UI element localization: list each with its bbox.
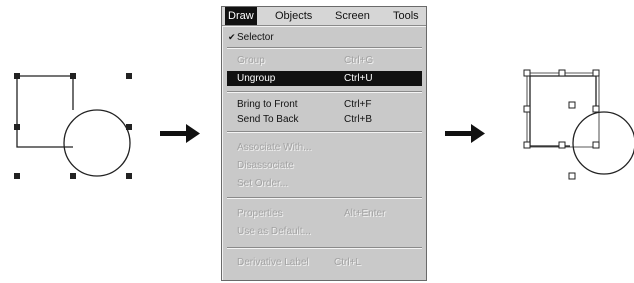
selection-handle: [126, 73, 132, 79]
selection-handle: [14, 173, 20, 179]
menu-separator: [227, 47, 422, 49]
menu-item-associate-with[interactable]: Associate With...: [227, 140, 422, 155]
selection-handle: [70, 73, 76, 79]
menu-item-group[interactable]: Group Ctrl+G: [227, 53, 422, 68]
menu-separator: [227, 131, 422, 133]
menu-separator: [227, 247, 422, 249]
right-arrow-icon: [160, 124, 200, 143]
menu-title-draw[interactable]: Draw: [225, 7, 257, 25]
menu-item-send-to-back[interactable]: Send To Back Ctrl+B: [227, 112, 422, 127]
selection-handle: [126, 124, 132, 130]
selection-handle: [592, 141, 600, 149]
selection-handle: [568, 172, 576, 180]
menu-title-screen[interactable]: Screen: [332, 7, 373, 25]
circle-shape: [63, 109, 131, 177]
selection-handle: [126, 173, 132, 179]
checkmark-icon: ✔: [228, 32, 236, 42]
menu-title-objects[interactable]: Objects: [272, 7, 315, 25]
menu-item-derivative-label[interactable]: Derivative Label Ctrl+L: [227, 255, 422, 270]
selection-handle: [558, 141, 566, 149]
menu-item-set-order[interactable]: Set Order...: [227, 176, 422, 191]
menu-item-selector[interactable]: ✔ Selector: [227, 30, 422, 45]
selection-handle: [592, 105, 600, 113]
menu-item-use-as-default[interactable]: Use as Default...: [227, 224, 422, 239]
selection-handle: [523, 105, 531, 113]
menu-separator: [227, 91, 422, 93]
group-outline: [16, 75, 131, 177]
selection-handle: [592, 69, 600, 77]
selection-handle: [14, 73, 20, 79]
selection-handle: [558, 69, 566, 77]
menu-item-bring-to-front[interactable]: Bring to Front Ctrl+F: [227, 97, 422, 112]
selection-handle: [14, 124, 20, 130]
menu-separator: [227, 197, 422, 199]
menu-item-properties[interactable]: Properties Alt+Enter: [227, 206, 422, 221]
selection-outline: [526, 72, 600, 148]
menubar: Draw Objects Screen Tools: [222, 7, 426, 26]
selection-handle: [523, 141, 531, 149]
menu-item-ungroup[interactable]: Ungroup Ctrl+U: [227, 71, 422, 86]
selection-handle: [523, 69, 531, 77]
menu-item-disassociate[interactable]: Disassociate: [227, 158, 422, 173]
grouped-shapes-figure: [14, 73, 132, 179]
selection-handle: [70, 173, 76, 179]
ungrouped-shapes-figure: [523, 69, 634, 180]
square-shape: [529, 75, 597, 147]
draw-menu-window: Draw Objects Screen Tools ✔ Selector Gro…: [221, 6, 427, 281]
draw-menu: ✔ Selector Group Ctrl+G Ungroup Ctrl+U B…: [222, 26, 426, 280]
menu-title-tools[interactable]: Tools: [390, 7, 422, 25]
right-arrow-icon: [445, 124, 485, 143]
circle-shape: [572, 111, 634, 175]
selection-handle: [568, 101, 576, 109]
